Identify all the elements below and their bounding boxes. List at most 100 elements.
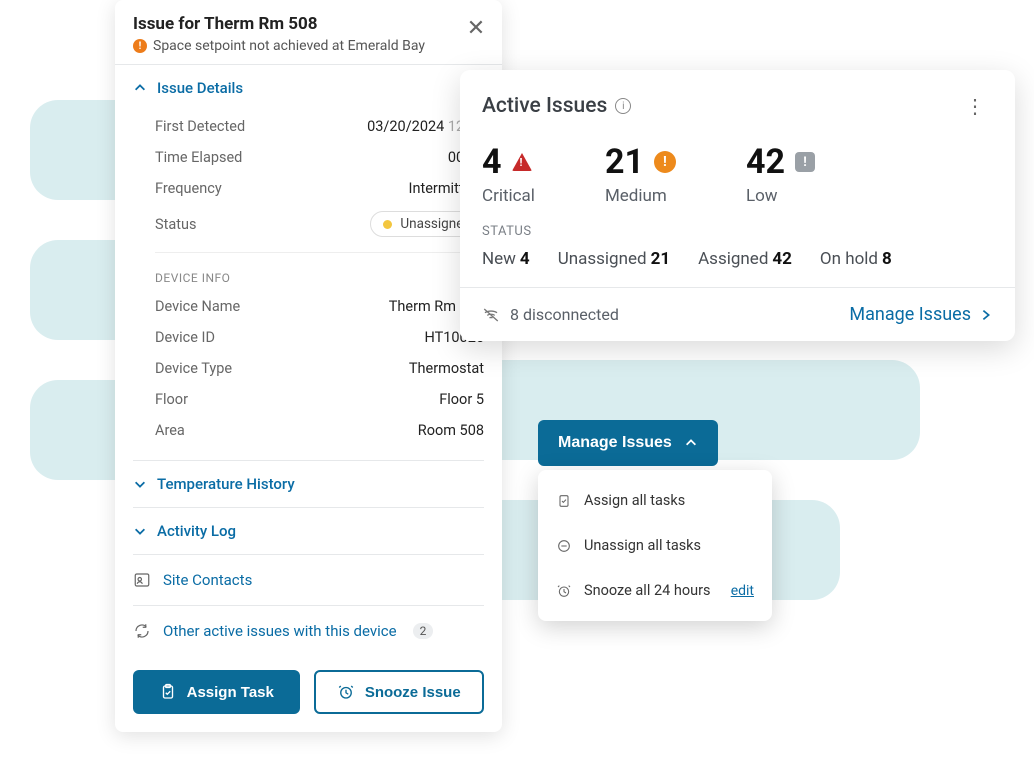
menu-snooze-all[interactable]: Snooze all 24 hours edit	[538, 568, 772, 613]
medium-count: 21	[605, 142, 644, 182]
detail-row: Device Type Thermostat	[155, 353, 484, 384]
snooze-issue-label: Snooze Issue	[365, 684, 461, 701]
menu-item-label: Assign all tasks	[584, 492, 685, 509]
detail-row: Device ID HT10025	[155, 322, 484, 353]
medium-label: Medium	[605, 186, 676, 206]
floor-value: Floor 5	[439, 391, 484, 408]
detail-row: Floor Floor 5	[155, 384, 484, 415]
refresh-icon	[133, 622, 151, 640]
active-issues-card: Active Issues i ⋮ 4 Critical 21 ! Medium…	[460, 70, 1015, 341]
time-elapsed-label: Time Elapsed	[155, 149, 242, 166]
active-issues-title: Active Issues	[482, 94, 607, 118]
metric-critical[interactable]: 4 Critical	[482, 142, 535, 206]
menu-item-label: Snooze all 24 hours	[584, 582, 711, 599]
issue-subtitle: Space setpoint not achieved at Emerald B…	[153, 38, 425, 54]
status-new[interactable]: New4	[482, 249, 530, 269]
temperature-history-toggle[interactable]: Temperature History	[133, 461, 484, 507]
circle-minus-icon	[556, 538, 572, 554]
chevron-up-icon	[684, 436, 698, 450]
manage-issues-label: Manage Issues	[849, 304, 971, 325]
clipboard-check-icon	[556, 493, 572, 509]
wifi-off-icon	[482, 306, 500, 324]
critical-count: 4	[482, 142, 502, 182]
issue-details-toggle[interactable]: Issue Details	[133, 65, 484, 111]
status-onhold[interactable]: On hold8	[820, 249, 892, 269]
detail-row: Area Room 508	[155, 415, 484, 446]
clipboard-icon	[159, 683, 177, 701]
issue-subtitle-row: ! Space setpoint not achieved at Emerald…	[133, 38, 484, 54]
issue-panel-footer: Assign Task Snooze Issue	[115, 656, 502, 732]
detail-row: Device Name Therm Rm 508	[155, 291, 484, 322]
site-contacts-link[interactable]: Site Contacts	[133, 555, 484, 605]
assign-task-label: Assign Task	[187, 684, 274, 701]
close-icon: ✕	[467, 16, 485, 41]
active-issues-header: Active Issues i ⋮	[460, 70, 1015, 132]
disconnected-text: 8 disconnected	[510, 305, 619, 324]
active-issues-footer: 8 disconnected Manage Issues	[460, 288, 1015, 341]
detail-row: Frequency Intermittent	[155, 173, 484, 204]
detail-row: First Detected 03/20/2024 12:02	[155, 111, 484, 142]
assign-task-button[interactable]: Assign Task	[133, 670, 300, 714]
device-type-label: Device Type	[155, 360, 232, 377]
section-label: Activity Log	[157, 522, 236, 540]
chevron-down-icon	[133, 477, 147, 491]
manage-issues-menu: Assign all tasks Unassign all tasks Snoo…	[538, 470, 772, 621]
status-assigned[interactable]: Assigned42	[698, 249, 792, 269]
menu-item-label: Unassign all tasks	[584, 537, 701, 554]
manage-issues-button[interactable]: Manage Issues	[538, 420, 718, 466]
area-value: Room 508	[418, 422, 484, 439]
low-label: Low	[746, 186, 815, 206]
metrics-row: 4 Critical 21 ! Medium 42 ! Low	[460, 132, 1015, 224]
snooze-issue-button[interactable]: Snooze Issue	[314, 670, 485, 714]
status-header: STATUS	[482, 224, 993, 239]
metric-low[interactable]: 42 ! Low	[746, 142, 815, 206]
issue-title: Issue for Therm Rm 508	[133, 14, 484, 34]
low-icon: !	[795, 152, 815, 172]
manage-issues-button-label: Manage Issues	[558, 434, 672, 452]
status-unassigned[interactable]: Unassigned21	[558, 249, 670, 269]
section-label: Issue Details	[157, 79, 243, 97]
issue-detail-panel: Issue for Therm Rm 508 ! Space setpoint …	[115, 0, 502, 732]
critical-icon	[512, 153, 532, 171]
manage-issues-link[interactable]: Manage Issues	[849, 304, 993, 325]
chevron-right-icon	[979, 308, 993, 322]
first-detected-label: First Detected	[155, 118, 245, 135]
info-icon[interactable]: i	[615, 98, 631, 114]
area-label: Area	[155, 422, 185, 439]
chevron-down-icon	[133, 524, 147, 538]
status-block: STATUS New4 Unassigned21 Assigned42 On h…	[460, 224, 1015, 287]
other-issues-link[interactable]: Other active issues with this device 2	[133, 606, 484, 656]
low-count: 42	[746, 142, 785, 182]
site-contacts-label: Site Contacts	[163, 571, 252, 589]
section-label: Temperature History	[157, 475, 295, 493]
status-label: Status	[155, 216, 196, 233]
menu-unassign-all[interactable]: Unassign all tasks	[538, 523, 772, 568]
other-issues-label: Other active issues with this device	[163, 622, 397, 640]
detail-row: Time Elapsed 00:28	[155, 142, 484, 173]
other-issues-count: 2	[413, 623, 434, 639]
detail-row: Status Unassigned	[155, 204, 484, 244]
issue-details-block: First Detected 03/20/2024 12:02 Time Ela…	[133, 111, 484, 460]
activity-log-toggle[interactable]: Activity Log	[133, 508, 484, 554]
more-menu-button[interactable]: ⋮	[957, 90, 993, 122]
device-info-header: DEVICE INFO	[155, 252, 484, 291]
issue-header: Issue for Therm Rm 508 ! Space setpoint …	[115, 0, 502, 64]
device-id-label: Device ID	[155, 329, 215, 346]
frequency-label: Frequency	[155, 180, 222, 197]
disconnected-indicator[interactable]: 8 disconnected	[482, 305, 619, 324]
status-row: New4 Unassigned21 Assigned42 On hold8	[482, 249, 993, 269]
menu-assign-all[interactable]: Assign all tasks	[538, 478, 772, 523]
medium-icon: !	[654, 151, 676, 173]
status-dot-icon	[383, 220, 392, 229]
close-button[interactable]: ✕	[462, 14, 490, 42]
chevron-up-icon	[133, 81, 147, 95]
alarm-icon	[337, 683, 355, 701]
kebab-icon: ⋮	[965, 94, 985, 118]
alarm-icon	[556, 583, 572, 599]
edit-link[interactable]: edit	[731, 583, 754, 599]
device-type-value: Thermostat	[409, 360, 484, 377]
metric-medium[interactable]: 21 ! Medium	[605, 142, 676, 206]
contact-card-icon	[133, 571, 151, 589]
device-name-label: Device Name	[155, 298, 240, 315]
critical-label: Critical	[482, 186, 535, 206]
